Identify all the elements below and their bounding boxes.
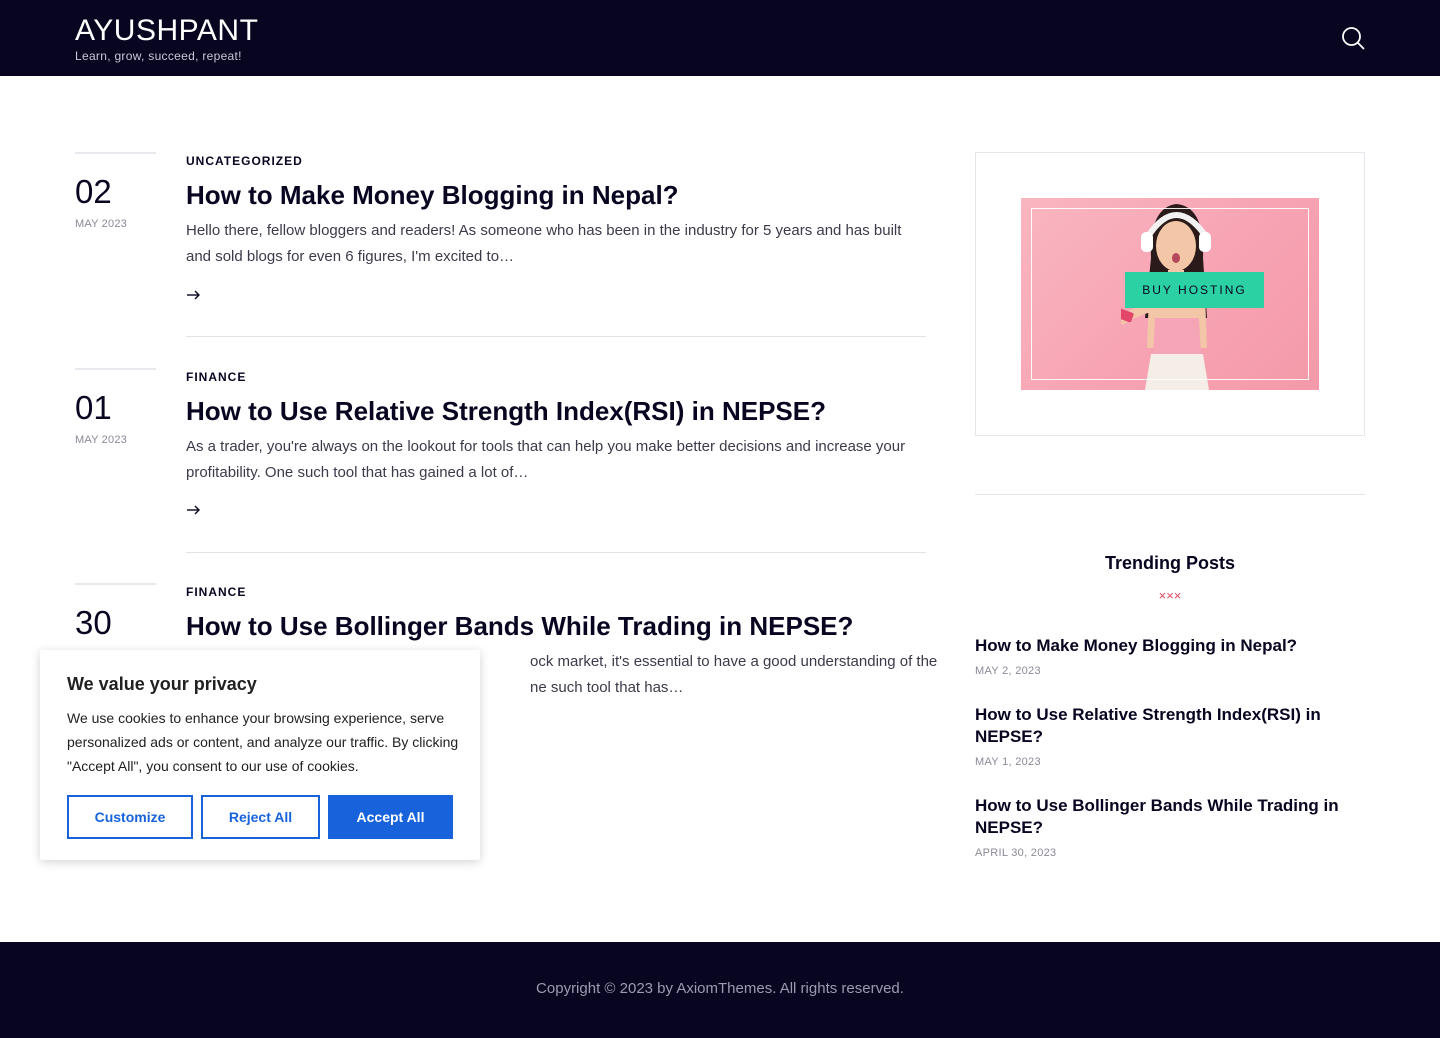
site-footer: Copyright © 2023 by AxiomThemes. All rig… [0, 942, 1440, 1038]
post-divider [186, 552, 926, 553]
cookie-description: We use cookies to enhance your browsing … [67, 710, 459, 774]
trending-post-date: MAY 2, 2023 [975, 665, 1041, 677]
post-title-link[interactable]: How to Make Money Blogging in Nepal? [186, 178, 926, 212]
trending-post-date: APRIL 30, 2023 [975, 847, 1057, 859]
post-day: 01 [75, 389, 112, 426]
cookie-title: We value your privacy [67, 674, 257, 694]
site-header: AYUSHPANT Learn, grow, succeed, repeat! [0, 0, 1440, 76]
buy-hosting-button[interactable]: BUY HOSTING [1125, 272, 1264, 308]
cookie-consent-banner: We value your privacy We use cookies to … [40, 650, 480, 860]
post-item: 02 MAY 2023 UNCATEGORIZED How to Make Mo… [75, 152, 926, 338]
customize-button[interactable]: Customize [67, 795, 193, 839]
post-excerpt: Hello there, fellow bloggers and readers… [186, 222, 902, 265]
post-date: 01 MAY 2023 [75, 368, 156, 446]
site-tagline: Learn, grow, succeed, repeat! [75, 49, 242, 63]
post-category-link[interactable]: FINANCE [186, 585, 246, 599]
decorative-cross-icon: ××× [1158, 588, 1182, 603]
post-excerpt: As a trader, you're always on the lookou… [186, 438, 906, 481]
hosting-banner-image[interactable]: BUY HOSTING [1021, 198, 1319, 390]
sidebar-divider [975, 494, 1365, 495]
post-month: MAY 2023 [75, 218, 127, 230]
read-more-arrow-icon[interactable] [186, 503, 206, 517]
post-date: 02 MAY 2023 [75, 152, 156, 230]
trending-post-item: How to Use Bollinger Bands While Trading… [975, 795, 1365, 859]
read-more-arrow-icon[interactable] [186, 288, 206, 302]
post-month: MAY 2023 [75, 434, 127, 446]
search-icon[interactable] [1340, 25, 1366, 51]
trending-post-title-link[interactable]: How to Use Relative Strength Index(RSI) … [975, 704, 1365, 748]
sidebar-ad-widget: BUY HOSTING [975, 152, 1365, 436]
post-day: 02 [75, 173, 112, 210]
post-excerpt: ock market, it's essential to have a goo… [530, 649, 980, 701]
post-divider [186, 336, 926, 337]
trending-posts-heading: Trending Posts [1104, 553, 1236, 573]
site-title[interactable]: AYUSHPANT [75, 14, 258, 48]
trending-post-title-link[interactable]: How to Use Bollinger Bands While Trading… [975, 795, 1365, 839]
reject-all-button[interactable]: Reject All [201, 795, 320, 839]
post-title-link[interactable]: How to Use Bollinger Bands While Trading… [186, 609, 926, 643]
post-excerpt-line: ne such tool that has… [530, 679, 684, 696]
trending-post-item: How to Make Money Blogging in Nepal? MAY… [975, 635, 1365, 677]
copyright-text: Copyright © 2023 by AxiomThemes. All rig… [536, 980, 904, 997]
post-item: 01 MAY 2023 FINANCE How to Use Relative … [75, 368, 926, 554]
post-category-link[interactable]: UNCATEGORIZED [186, 154, 303, 168]
accept-all-button[interactable]: Accept All [328, 795, 453, 839]
trending-post-date: MAY 1, 2023 [975, 756, 1041, 768]
post-date: 30 [75, 583, 156, 641]
post-excerpt-line: ock market, it's essential to have a goo… [530, 653, 938, 670]
post-day: 30 [75, 604, 112, 641]
trending-post-item: How to Use Relative Strength Index(RSI) … [975, 704, 1365, 768]
post-title-link[interactable]: How to Use Relative Strength Index(RSI) … [186, 394, 926, 428]
post-category-link[interactable]: FINANCE [186, 370, 246, 384]
trending-post-title-link[interactable]: How to Make Money Blogging in Nepal? [975, 635, 1365, 657]
